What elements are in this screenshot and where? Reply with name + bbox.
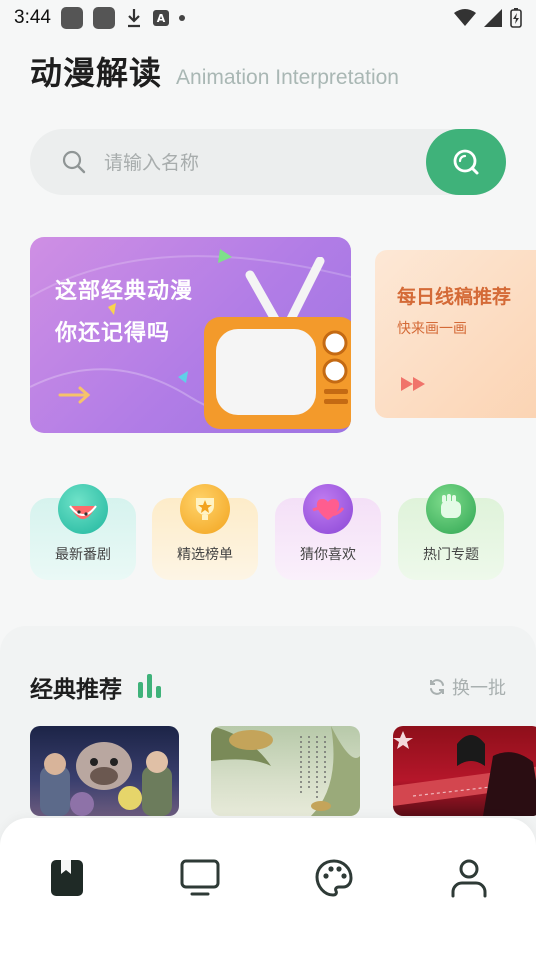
battery-icon: [510, 8, 522, 28]
refresh-label: 换一批: [452, 678, 506, 699]
search-icon: [453, 149, 479, 175]
banner-headline: 你还记得吗: [55, 321, 171, 346]
page-header: 动漫解读 Animation Interpretation: [30, 48, 399, 94]
tv-icon: [180, 859, 220, 896]
notification-app-icon: [60, 7, 83, 29]
category-hot-topics[interactable]: 热门专题: [398, 484, 504, 580]
status-bar: 3:44 A: [0, 0, 536, 36]
banner-subtitle: 快来画一画: [397, 321, 467, 337]
category-top-list[interactable]: 精选榜单: [152, 484, 258, 580]
search-bar: [30, 129, 506, 197]
arrow-right-icon: [58, 386, 91, 404]
search-icon: [62, 150, 86, 174]
fist-icon: [426, 484, 476, 534]
double-arrow-icon: [401, 377, 425, 391]
letter-a-icon: A: [152, 10, 169, 26]
app-screen: 3:44 A 动漫解读 Animation Interpretation 请输入…: [0, 0, 536, 954]
category-label: 最新番剧: [55, 547, 111, 563]
signal-icon: [484, 9, 502, 27]
category-latest-anime[interactable]: 最新番剧: [30, 484, 136, 580]
tab-watch[interactable]: [178, 856, 222, 900]
refresh-button[interactable]: 换一批: [428, 674, 506, 700]
book-icon: [51, 860, 83, 896]
dot-icon: [178, 15, 185, 21]
section-title: 经典推荐: [30, 677, 122, 703]
banner-classic-anime[interactable]: 这部经典动漫 你还记得吗: [30, 237, 351, 433]
search-input[interactable]: [102, 129, 426, 197]
refresh-icon: [430, 679, 444, 695]
banner-headline: 这部经典动漫: [55, 279, 194, 304]
status-time: 3:44: [14, 7, 51, 28]
profile-icon: [451, 859, 487, 898]
bar-chart-icon: [138, 674, 161, 698]
tab-reading[interactable]: [45, 856, 89, 900]
anime-card[interactable]: [211, 726, 360, 816]
anime-poster: [40, 742, 172, 816]
anime-poster: [393, 731, 536, 816]
category-label: 猜你喜欢: [300, 547, 356, 563]
notification-app-icon: [92, 7, 115, 29]
category-label: 热门专题: [423, 547, 479, 563]
download-icon: [127, 9, 140, 28]
banner-daily-lineart[interactable]: 每日线稿推荐 快来画一画: [375, 250, 536, 418]
page-subtitle: Animation Interpretation: [176, 66, 399, 89]
watermelon-icon: [58, 484, 108, 534]
trophy-icon: [180, 484, 230, 534]
anime-card[interactable]: [30, 726, 179, 816]
heart-icon: [303, 484, 353, 534]
tv-illustration: [204, 257, 351, 429]
anime-card[interactable]: [393, 726, 536, 816]
anime-poster: [211, 726, 360, 816]
category-label: 精选榜单: [177, 547, 233, 563]
banner-headline: 每日线稿推荐: [397, 286, 512, 308]
wifi-icon: [454, 9, 476, 26]
palette-icon: [315, 859, 353, 897]
bottom-tab-bar: [0, 818, 536, 954]
tab-draw[interactable]: [312, 856, 356, 900]
search-button[interactable]: [426, 129, 506, 195]
page-title: 动漫解读: [30, 54, 163, 92]
category-guess-you-like[interactable]: 猜你喜欢: [275, 484, 381, 580]
tab-profile[interactable]: [447, 856, 491, 900]
